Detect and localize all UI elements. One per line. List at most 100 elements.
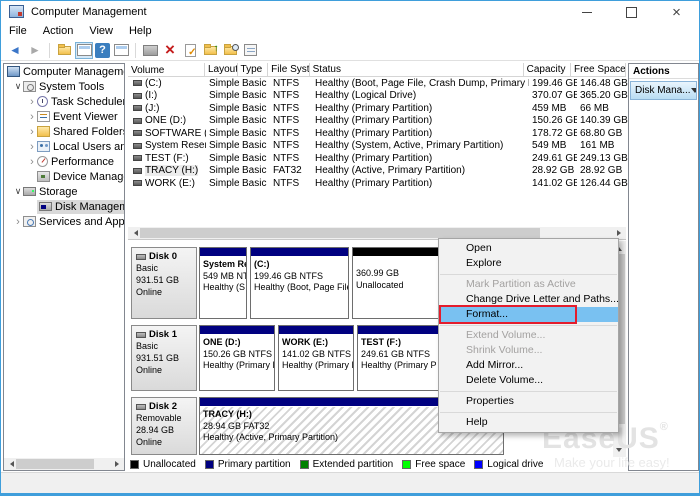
menu-item-format[interactable]: Format...: [439, 307, 618, 322]
scroll-down-icon[interactable]: [613, 445, 625, 457]
scrollbar-thumb[interactable]: [140, 228, 540, 238]
chevron-expanded-icon[interactable]: [13, 186, 23, 197]
disk-icon: [136, 254, 146, 260]
minimize-button[interactable]: [564, 1, 609, 23]
chevron-expanded-icon[interactable]: [13, 81, 23, 92]
menu-item-change-drive-letter[interactable]: Change Drive Letter and Paths...: [439, 292, 618, 307]
tree-item-event-viewer[interactable]: Event Viewer: [4, 109, 124, 124]
export-list-icon[interactable]: [55, 42, 73, 59]
tree-item-computer-management[interactable]: Computer Management (: [4, 64, 124, 79]
shared-folders-icon: [37, 126, 50, 137]
volume-row[interactable]: (I:) SimpleBasic NTFSHealthy (Logical Dr…: [128, 90, 626, 103]
scroll-left-icon[interactable]: [4, 458, 16, 470]
tree-item-disk-management[interactable]: Disk Management: [4, 199, 124, 214]
event-viewer-icon: [37, 111, 50, 122]
disk-icon: [136, 404, 146, 410]
legend-logical-drive: Logical drive: [474, 459, 543, 470]
menu-item-explore[interactable]: Explore: [439, 256, 618, 271]
menu-item-add-mirror[interactable]: Add Mirror...: [439, 358, 618, 373]
tree-item-device-manager[interactable]: Device Manager: [4, 169, 124, 184]
partition-legend: Unallocated Primary partition Extended p…: [128, 457, 626, 471]
volume-row-selected[interactable]: TRACY (H:) SimpleBasic FAT32Healthy (Act…: [128, 165, 626, 178]
column-layout[interactable]: Layout: [205, 63, 238, 76]
tree-item-shared-folders[interactable]: Shared Folders: [4, 124, 124, 139]
partition-c[interactable]: (C:) 199.46 GB NTFS Healthy (Boot, Page …: [250, 247, 349, 319]
performance-icon: [37, 156, 48, 167]
toolbar-separator: [49, 43, 50, 58]
tree-item-system-tools[interactable]: System Tools: [4, 79, 124, 94]
legend-swatch-black: [130, 460, 139, 469]
chevron-collapsed-icon[interactable]: [27, 96, 37, 108]
scroll-right-icon[interactable]: [112, 458, 124, 470]
volume-row[interactable]: (J:) SimpleBasic NTFSHealthy (Primary Pa…: [128, 102, 626, 115]
volume-row[interactable]: (C:) SimpleBasic NTFSHealthy (Boot, Page…: [128, 77, 626, 90]
volume-row[interactable]: WORK (E:) SimpleBasic NTFSHealthy (Prima…: [128, 177, 626, 190]
screen-icon[interactable]: [141, 42, 159, 59]
menu-action[interactable]: Action: [35, 23, 82, 40]
partition-one-d[interactable]: ONE (D:) 150.26 GB NTFS Healthy (Primary…: [199, 325, 275, 391]
disk-1-label[interactable]: Disk 1 Basic 931.51 GB Online: [131, 325, 197, 391]
legend-unallocated: Unallocated: [130, 459, 196, 470]
disk-management-actions-button[interactable]: Disk Mana...: [630, 81, 697, 100]
system-tools-icon: [23, 81, 36, 92]
column-free-space[interactable]: Free Space: [571, 63, 626, 76]
scrollbar-thumb[interactable]: [16, 459, 94, 469]
menu-item-open[interactable]: Open: [439, 241, 618, 256]
show-console-tree-icon[interactable]: [75, 42, 93, 59]
tree-item-task-scheduler[interactable]: Task Scheduler: [4, 94, 124, 109]
menu-help[interactable]: Help: [121, 23, 160, 40]
legend-swatch-blue: [474, 460, 483, 469]
task-scheduler-icon: [37, 96, 48, 107]
scroll-left-icon[interactable]: [128, 227, 140, 239]
app-icon: [9, 5, 24, 18]
partition-work-e[interactable]: WORK (E:) 141.02 GB NTFS Healthy (Primar…: [278, 325, 354, 391]
primary-partition-color-bar: [200, 326, 274, 335]
delete-volume-icon[interactable]: [161, 42, 179, 59]
volume-row[interactable]: SOFTWARE (G:) SimpleBasic NTFSHealthy (P…: [128, 127, 626, 140]
volume-row[interactable]: ONE (D:) SimpleBasic NTFSHealthy (Primar…: [128, 115, 626, 128]
menu-item-properties[interactable]: Properties: [439, 394, 618, 409]
open-folder-icon[interactable]: [201, 42, 219, 59]
properties-icon[interactable]: [241, 42, 259, 59]
disk-0-label[interactable]: Disk 0 Basic 931.51 GB Online: [131, 247, 197, 319]
legend-swatch-green: [402, 460, 411, 469]
menu-file[interactable]: File: [1, 23, 35, 40]
forward-icon[interactable]: [26, 42, 44, 59]
maximize-button[interactable]: [609, 1, 654, 23]
context-menu: Open Explore Mark Partition as Active Ch…: [438, 238, 619, 433]
title-bar: Computer Management: [1, 1, 699, 23]
disk-2-label[interactable]: Disk 2 Removable 28.94 GB Online: [131, 397, 197, 455]
partition-system-reserved[interactable]: System Re 549 MB NT Healthy (S: [199, 247, 247, 319]
menu-view[interactable]: View: [81, 23, 121, 40]
column-capacity[interactable]: Capacity: [524, 63, 571, 76]
close-button[interactable]: [654, 1, 699, 23]
help-icon[interactable]: [95, 43, 110, 58]
check-document-icon[interactable]: [181, 42, 199, 59]
chevron-collapsed-icon[interactable]: [13, 216, 23, 228]
find-folder-icon[interactable]: [221, 42, 239, 59]
status-bar: [1, 472, 699, 493]
tree-horizontal-scrollbar[interactable]: [4, 458, 124, 470]
tree-item-storage[interactable]: Storage: [4, 184, 124, 199]
tree-item-services-applications[interactable]: Services and Applicatio: [4, 214, 124, 229]
primary-partition-color-bar: [200, 248, 246, 257]
chevron-collapsed-icon[interactable]: [27, 141, 37, 153]
chevron-collapsed-icon[interactable]: [27, 156, 37, 168]
column-volume[interactable]: Volume: [128, 63, 205, 76]
column-status[interactable]: Status: [310, 63, 524, 76]
show-action-pane-icon[interactable]: [112, 42, 130, 59]
menu-item-delete-volume[interactable]: Delete Volume...: [439, 373, 618, 388]
chevron-collapsed-icon[interactable]: [27, 126, 37, 138]
chevron-collapsed-icon[interactable]: [27, 111, 37, 123]
volume-row[interactable]: TEST (F:) SimpleBasic NTFSHealthy (Prima…: [128, 152, 626, 165]
tree-item-performance[interactable]: Performance: [4, 154, 124, 169]
menu-separator: [440, 391, 617, 392]
menu-item-help[interactable]: Help: [439, 415, 618, 430]
tree-item-local-users-groups[interactable]: Local Users and Gr: [4, 139, 124, 154]
column-file-system[interactable]: File System: [268, 63, 309, 76]
legend-swatch-navy: [205, 460, 214, 469]
back-icon[interactable]: [6, 42, 24, 59]
volume-row[interactable]: System Reserved SimpleBasic NTFSHealthy …: [128, 140, 626, 153]
volume-list-pane: Volume Layout Type File System Status Ca…: [128, 63, 626, 240]
column-type[interactable]: Type: [238, 63, 269, 76]
